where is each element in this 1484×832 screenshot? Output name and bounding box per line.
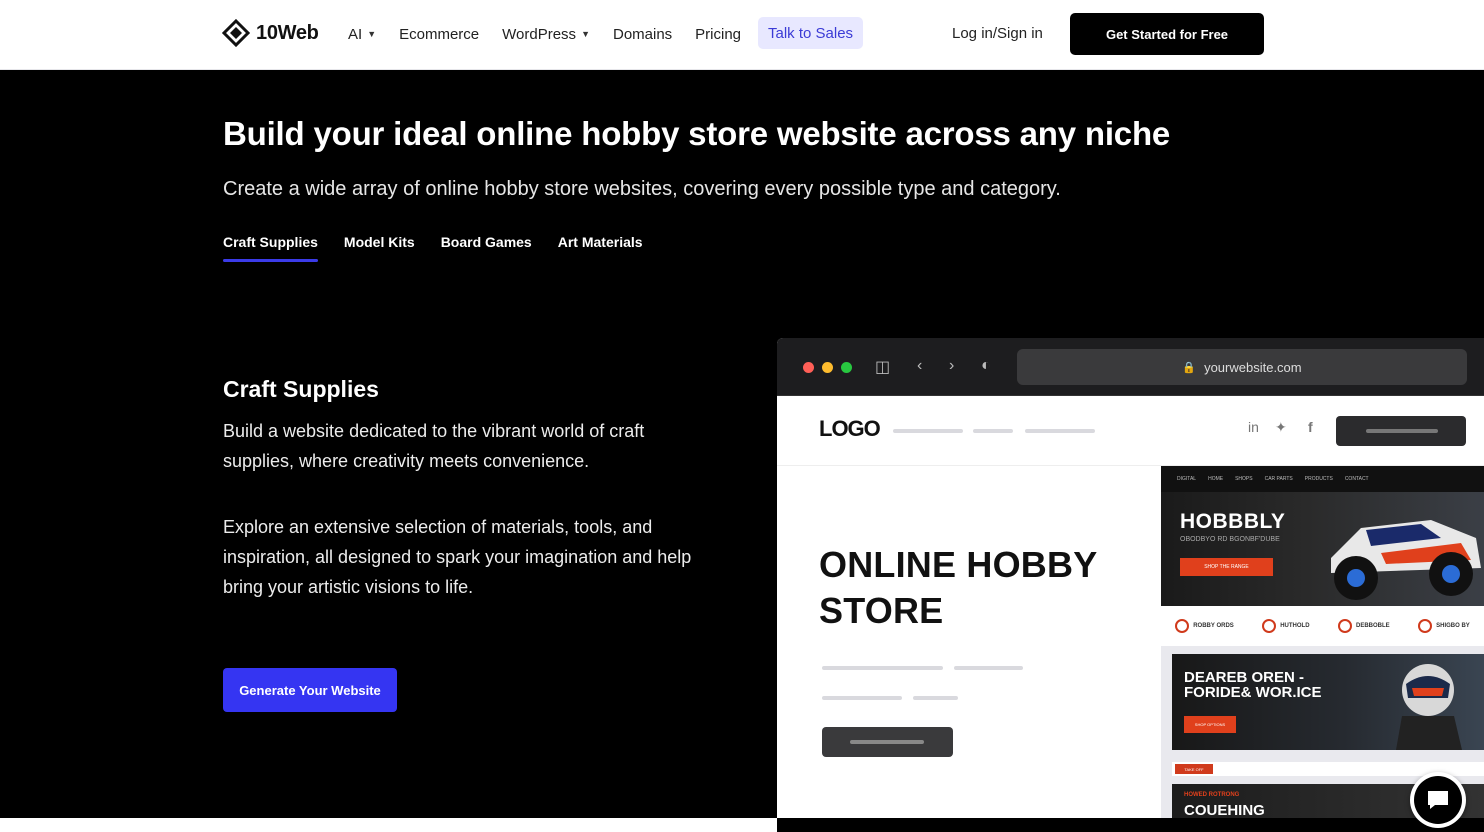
section-description: Build a website dedicated to the vibrant… bbox=[223, 421, 645, 471]
lock-icon: 🔒 bbox=[1182, 361, 1197, 374]
tab-art-materials[interactable]: Art Materials bbox=[558, 234, 643, 262]
preview-hero-subtitle: OBODBYO RD BGONBF'DUBE bbox=[1180, 536, 1280, 543]
category-tabs: Craft Supplies Model Kits Board Games Ar… bbox=[223, 234, 669, 262]
nav-ecommerce-label: Ecommerce bbox=[399, 25, 480, 43]
hero-title: Build your ideal online hobby store webs… bbox=[223, 115, 1171, 152]
logo[interactable]: 10Web bbox=[222, 19, 319, 47]
top-nav: 10Web AI ▼ Ecommerce WordPress ▼ Domains P… bbox=[0, 0, 1484, 70]
nav-pricing-label: Pricing bbox=[695, 25, 742, 43]
twitter-icon: ✦ bbox=[1275, 419, 1287, 435]
back-icon: ‹ bbox=[917, 357, 923, 374]
preview-nav-item: HOME bbox=[1208, 476, 1224, 482]
shield-icon: ◐ bbox=[981, 357, 991, 374]
site-title-line2: STORE bbox=[819, 590, 944, 631]
chat-bubble-icon bbox=[1428, 791, 1448, 809]
tab-craft-supplies[interactable]: Craft Supplies bbox=[223, 234, 318, 262]
rc-car-image bbox=[1331, 520, 1481, 600]
browser-mockup: ◫ ‹ › ◐ 🔒 yourwebsite.com LOGO in ✦ f ON… bbox=[777, 338, 1484, 818]
preview-strip-label: TAKE OFF bbox=[1175, 764, 1213, 774]
placeholder-bar bbox=[1025, 429, 1095, 433]
nav-domains[interactable]: Domains bbox=[613, 22, 672, 46]
preview-card-button: SHOP OPTIONS bbox=[1184, 716, 1236, 733]
talk-to-sales-button[interactable]: Talk to Sales bbox=[758, 17, 864, 49]
site-preview-image: DIGITAL HOME SHOPS CAR PARTS PRODUCTS CO… bbox=[1161, 466, 1484, 818]
linkedin-icon: in bbox=[1248, 419, 1259, 435]
preview-card-title: DEAREB OREN - FORIDE& WOR.ICE bbox=[1184, 669, 1322, 701]
generate-website-button[interactable]: Generate Your Website bbox=[223, 668, 397, 712]
chevron-down-icon: ▼ bbox=[367, 29, 377, 39]
placeholder-bar bbox=[973, 429, 1013, 433]
logo-text: 10Web bbox=[256, 21, 319, 44]
maximize-dot-icon bbox=[841, 362, 852, 373]
main-nav: AI ▼ Ecommerce WordPress ▼ Domains Pricing bbox=[348, 22, 764, 46]
preview-feature: HUTHOLD bbox=[1262, 619, 1310, 633]
preview-nav-item: CONTACT bbox=[1344, 476, 1369, 482]
preview-nav-item: CAR PARTS bbox=[1264, 476, 1293, 482]
browser-toolbar: ◫ ‹ › ◐ 🔒 yourwebsite.com bbox=[777, 338, 1484, 396]
chat-launcher-button[interactable] bbox=[1410, 772, 1466, 828]
preview-promo-card: DEAREB OREN - FORIDE& WOR.ICE SHOP OPTIO… bbox=[1172, 654, 1484, 750]
minimize-dot-icon bbox=[822, 362, 833, 373]
placeholder-bar bbox=[913, 696, 958, 700]
preview-hero: HOBBBLY OBODBYO RD BGONBF'DUBE SHOP THE … bbox=[1161, 492, 1484, 606]
login-link[interactable]: Log in/Sign in bbox=[952, 25, 1043, 42]
nav-wordpress-label: WordPress bbox=[502, 25, 577, 43]
hero-subtitle: Create a wide array of online hobby stor… bbox=[223, 178, 1061, 200]
site-header-button bbox=[1336, 416, 1466, 446]
page-bottom-edge bbox=[0, 818, 777, 832]
placeholder-bar bbox=[954, 666, 1023, 670]
preview-feature: ROBBY ORDS bbox=[1175, 619, 1234, 633]
preview-features: ROBBY ORDS HUTHOLD DEBBOBLE SHIGBO BY bbox=[1161, 606, 1484, 646]
site-logo: LOGO bbox=[819, 416, 881, 441]
preview-card-two-title: COUEHING bbox=[1184, 802, 1265, 818]
placeholder-bar bbox=[893, 429, 963, 433]
preview-hero-title: HOBBBLY bbox=[1180, 510, 1286, 533]
rider-helmet-image bbox=[1396, 664, 1462, 750]
placeholder-bar bbox=[822, 696, 902, 700]
forward-icon: › bbox=[949, 357, 955, 374]
section-details: Explore an extensive selection of materi… bbox=[223, 517, 692, 597]
site-cta-button bbox=[822, 727, 953, 757]
nav-wordpress[interactable]: WordPress ▼ bbox=[502, 22, 590, 46]
nav-pricing[interactable]: Pricing bbox=[695, 22, 741, 46]
section-title: Craft Supplies bbox=[223, 376, 379, 402]
site-title-line1: ONLINE HOBBY bbox=[819, 544, 1098, 585]
preview-feature: SHIGBO BY bbox=[1418, 619, 1470, 633]
tab-model-kits[interactable]: Model Kits bbox=[344, 234, 415, 262]
tab-board-games[interactable]: Board Games bbox=[441, 234, 532, 262]
get-started-button[interactable]: Get Started for Free bbox=[1070, 13, 1264, 55]
nav-ai-label: AI bbox=[348, 25, 363, 43]
site-title: ONLINE HOBBY STORE bbox=[819, 542, 1097, 634]
placeholder-bar bbox=[822, 666, 943, 670]
address-bar: 🔒 yourwebsite.com bbox=[1017, 349, 1467, 385]
preview-hero-button: SHOP THE RANGE bbox=[1180, 558, 1273, 576]
chevron-down-icon: ▼ bbox=[581, 29, 590, 39]
preview-feature: DEBBOBLE bbox=[1338, 619, 1390, 633]
preview-nav-item: SHOPS bbox=[1235, 476, 1253, 482]
facebook-icon: f bbox=[1308, 419, 1313, 435]
nav-ai[interactable]: AI ▼ bbox=[348, 22, 376, 46]
sidebar-icon: ◫ bbox=[875, 359, 891, 376]
site-header: LOGO in ✦ f bbox=[777, 396, 1484, 466]
preview-nav-item: DIGITAL bbox=[1177, 476, 1197, 482]
nav-domains-label: Domains bbox=[612, 25, 673, 43]
preview-nav: DIGITAL HOME SHOPS CAR PARTS PRODUCTS CO… bbox=[1161, 466, 1484, 492]
logo-icon bbox=[222, 19, 250, 47]
preview-nav-item: PRODUCTS bbox=[1304, 476, 1333, 482]
address-url: yourwebsite.com bbox=[1204, 359, 1302, 375]
nav-ecommerce[interactable]: Ecommerce bbox=[399, 22, 479, 46]
close-dot-icon bbox=[803, 362, 814, 373]
preview-card-two-eyebrow: HOWED ROTRONG bbox=[1184, 792, 1240, 798]
